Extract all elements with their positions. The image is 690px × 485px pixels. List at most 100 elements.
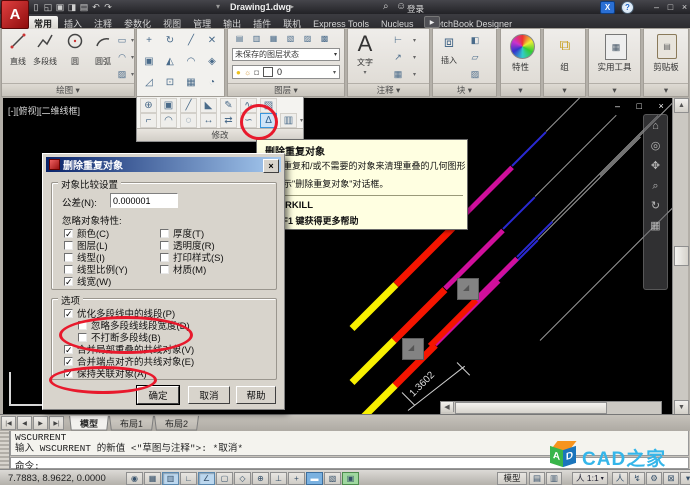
lineweight-toggle[interactable]: ▬: [306, 472, 323, 485]
scale-icon[interactable]: ⊡: [162, 75, 178, 89]
break-at-point-icon[interactable]: ◌: [180, 113, 197, 128]
raster-image-frame[interactable]: [457, 278, 479, 300]
undo-icon[interactable]: ↶: [90, 1, 102, 13]
tab-nav-icon-4[interactable]: ▶|: [49, 416, 64, 430]
ribbon-tab-6[interactable]: 管理: [187, 16, 217, 29]
plot-icon[interactable]: ▤: [78, 1, 90, 13]
flyout-dropdown-icon[interactable]: ▾: [300, 113, 303, 128]
close-button[interactable]: ×: [678, 1, 690, 12]
toolbar-lock-icon[interactable]: ⊠: [663, 472, 679, 485]
ortho-mode-toggle[interactable]: ∟: [180, 472, 197, 485]
zoom-icon[interactable]: ⌕: [652, 181, 658, 192]
layer-match-icon[interactable]: ▩: [317, 32, 332, 45]
clipboard-panel-label[interactable]: ▾: [644, 83, 688, 96]
command-window-grip[interactable]: [0, 430, 10, 469]
create-block-icon[interactable]: ▱: [467, 50, 483, 64]
ribbon-tab-9[interactable]: 联机: [277, 16, 307, 29]
3d-object-snap-toggle[interactable]: ◇: [234, 472, 251, 485]
dynamic-input-toggle[interactable]: +: [288, 472, 305, 485]
checkbox[interactable]: [160, 229, 169, 238]
ribbon-tab-4[interactable]: 参数化: [118, 16, 157, 29]
line-tool[interactable]: 直线: [5, 32, 31, 82]
checkbox[interactable]: ✓: [64, 229, 73, 238]
stretch-icon[interactable]: ◿: [141, 75, 157, 89]
polar-tracking-toggle[interactable]: ∠: [198, 472, 215, 485]
user-icon[interactable]: ☺: [396, 1, 406, 12]
ribbon-tab-11[interactable]: Nucleus: [375, 18, 420, 31]
open-file-icon[interactable]: ◱: [42, 1, 54, 13]
properties-panel-label[interactable]: ▾: [501, 83, 540, 96]
layer-properties-icon[interactable]: ▤: [232, 32, 247, 45]
application-menu-button[interactable]: A: [1, 0, 29, 29]
annotation-scale-button[interactable]: 人 1:1 ▾: [572, 472, 608, 485]
insert-block-tool[interactable]: ⧈ 插入: [436, 32, 462, 82]
exchange-apps-icon[interactable]: X: [600, 1, 615, 14]
chevron-down-icon[interactable]: ▾: [131, 37, 134, 44]
circle-tool[interactable]: 圆: [62, 32, 88, 82]
checkbox[interactable]: ✓: [64, 309, 73, 318]
checkbox[interactable]: [64, 265, 73, 274]
view-home-icon[interactable]: ⌂: [652, 121, 659, 132]
help-icon[interactable]: ?: [621, 1, 634, 14]
show-motion-icon[interactable]: ▦: [650, 221, 660, 232]
ribbon-tab-5[interactable]: 视图: [157, 16, 187, 29]
layer-lock-tool-icon[interactable]: ▨: [300, 32, 315, 45]
ribbon-tab-7[interactable]: 输出: [217, 16, 247, 29]
tolerance-input[interactable]: 0.000001: [110, 193, 178, 208]
ribbon-tab-2[interactable]: 插入: [58, 16, 88, 29]
erase-nested-icon[interactable]: ◣: [200, 98, 217, 113]
tab-nav-icon-1[interactable]: |◀: [1, 416, 16, 430]
layers-panel-label[interactable]: 图层 ▾: [228, 83, 344, 96]
doc-flyout-arrow-icon[interactable]: ▸: [290, 2, 294, 11]
object-snap-tracking-toggle[interactable]: ⊕: [252, 472, 269, 485]
statusbar-menu-icon[interactable]: ▾: [680, 472, 690, 485]
ribbon-tab-1[interactable]: 常用: [28, 16, 58, 29]
annotation-visibility-icon[interactable]: 人: [612, 472, 628, 485]
save-icon[interactable]: ▣: [54, 1, 66, 13]
array-icon[interactable]: ▦: [183, 75, 199, 89]
align-icon[interactable]: ⌐: [140, 113, 157, 128]
screencast-icon[interactable]: ▶: [424, 16, 440, 28]
checkbox[interactable]: ✓: [64, 277, 73, 286]
explode-icon[interactable]: ◈: [204, 54, 220, 68]
new-file-icon[interactable]: ▯: [30, 1, 42, 13]
workspace-dropdown-arrow-icon[interactable]: ▾: [216, 2, 220, 11]
layer-state-dropdown[interactable]: 未保存的图层状态▾: [232, 48, 340, 61]
arc-tool[interactable]: 圆弧: [90, 32, 116, 82]
layer-lock-icon[interactable]: ◘: [254, 68, 259, 77]
horizontal-scrollbar[interactable]: ◀: [440, 401, 662, 414]
ribbon-tab-10[interactable]: Express Tools: [307, 18, 375, 31]
layer-dropdown[interactable]: ●☼◘ 0 ▾: [232, 65, 340, 79]
measure-icon[interactable]: ╱: [180, 98, 197, 113]
quick-view-layouts-icon[interactable]: ▥: [546, 472, 562, 485]
steering-wheel-icon[interactable]: ◎: [651, 141, 661, 152]
cancel-button[interactable]: 取消: [188, 386, 230, 404]
copy-icon[interactable]: ▣: [141, 54, 157, 68]
annotation-panel-label[interactable]: 注释 ▾: [348, 83, 429, 96]
checkbox[interactable]: [160, 253, 169, 262]
layer-off-icon[interactable]: ▥: [249, 32, 264, 45]
dialog-title-bar[interactable]: 删除重复对象 ×: [46, 157, 281, 172]
vertical-scrollbar[interactable]: ▲ ▼: [672, 98, 688, 414]
search-icon[interactable]: ⌕: [383, 1, 389, 12]
scroll-down-icon[interactable]: ▼: [674, 400, 689, 415]
checkbox[interactable]: [64, 241, 73, 250]
clipboard-icon[interactable]: ▤: [657, 34, 677, 59]
trim-icon[interactable]: ╱: [183, 33, 199, 47]
auto-annotation-icon[interactable]: ↯: [629, 472, 645, 485]
fillet-icon[interactable]: ◠: [183, 54, 199, 68]
save-as-icon[interactable]: ◨: [66, 1, 78, 13]
viewport-controls-label[interactable]: [-][俯视][二维线框]: [8, 104, 80, 117]
edit-attribute-icon[interactable]: ◧: [467, 33, 483, 47]
reverse-icon[interactable]: ⇄: [220, 113, 237, 128]
copy-nested-icon[interactable]: ▣: [160, 98, 177, 113]
text-tool[interactable]: A 文字 ▾: [352, 32, 378, 82]
set-base-point-icon[interactable]: ⊕: [140, 98, 157, 113]
navigation-bar[interactable]: ⌂◎✥⌕↻▦: [643, 114, 668, 290]
group-panel-label[interactable]: ▾: [544, 83, 585, 96]
multileader-icon[interactable]: ↗: [384, 50, 412, 64]
dialog-close-button[interactable]: ×: [263, 159, 279, 173]
tab-nav-icon-2[interactable]: ◀: [17, 416, 32, 430]
chevron-down-icon[interactable]: ▾: [131, 54, 134, 61]
layout-tab-3[interactable]: 布局2: [154, 415, 199, 430]
